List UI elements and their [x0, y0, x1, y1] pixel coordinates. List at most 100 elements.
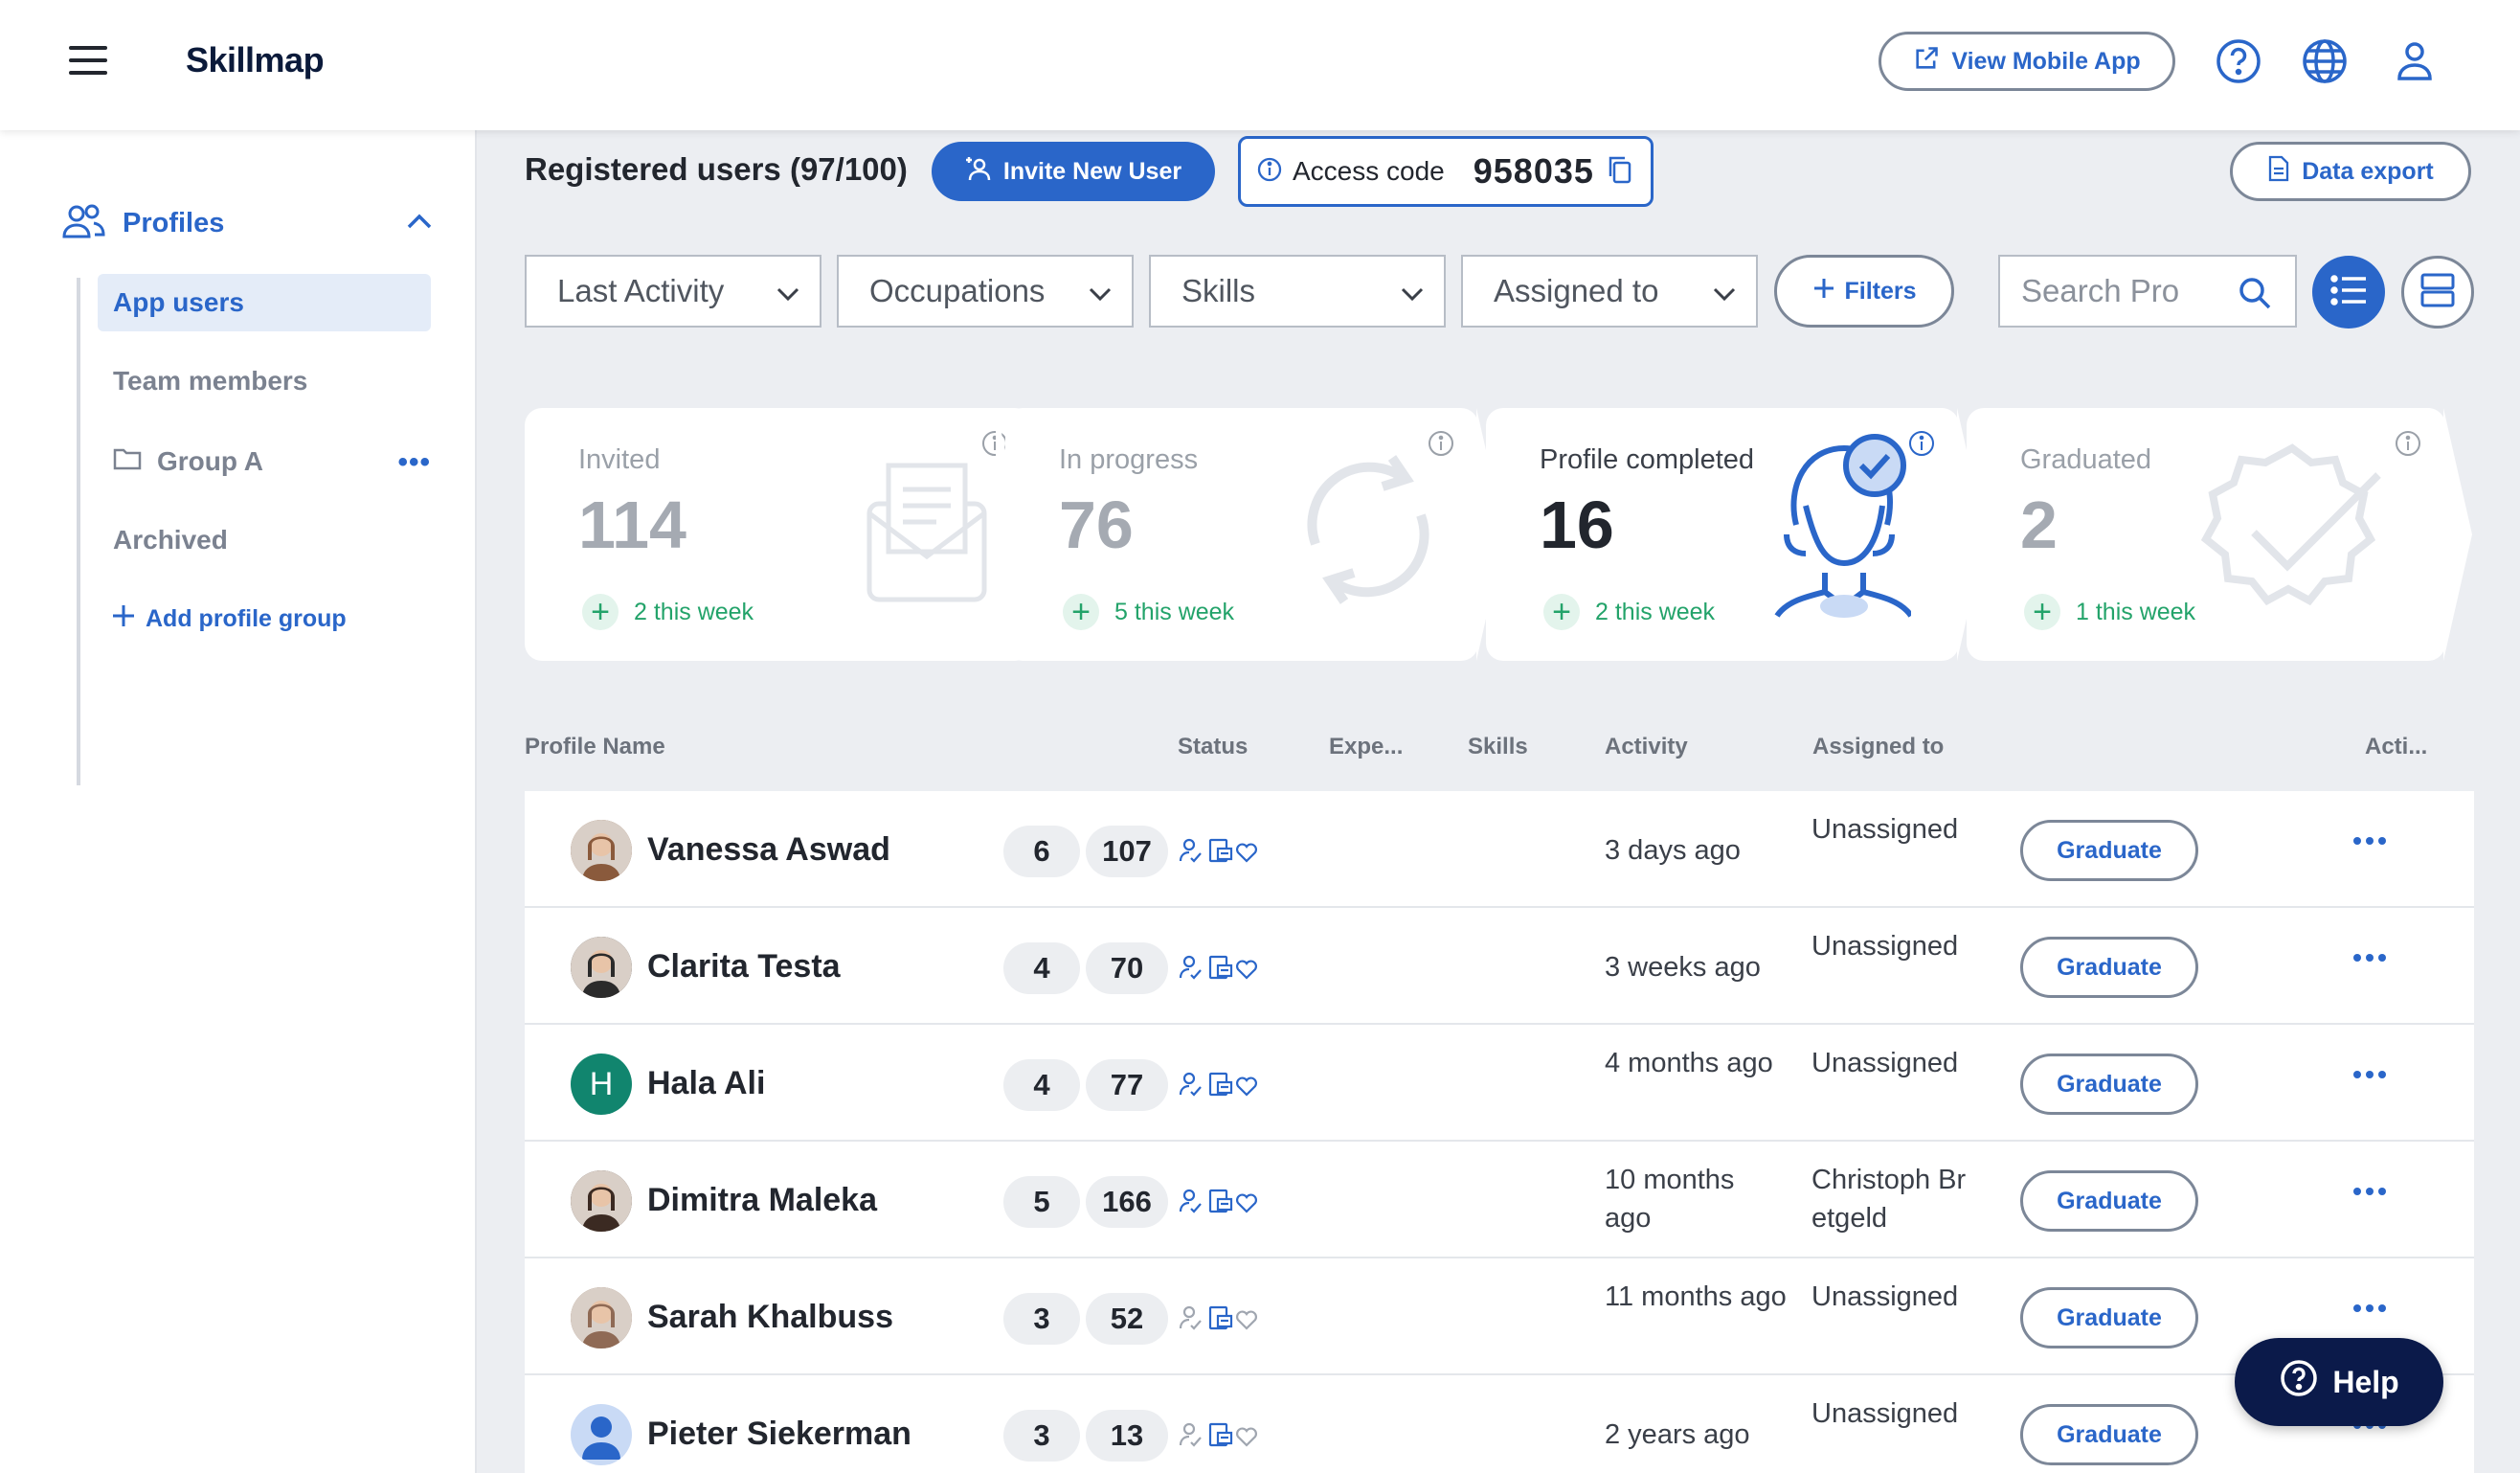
- assigned-to: Unassigned: [1811, 814, 1959, 845]
- profile-name[interactable]: Pieter Siekerman: [647, 1416, 911, 1453]
- view-mobile-app-button[interactable]: View Mobile App: [1879, 32, 2175, 91]
- experience-count: 5: [1003, 1176, 1080, 1228]
- more-actions-icon[interactable]: [2353, 1071, 2386, 1078]
- avatar: [571, 820, 632, 881]
- profile-name[interactable]: Dimitra Maleka: [647, 1182, 877, 1219]
- more-actions-icon[interactable]: [2353, 954, 2386, 962]
- table-row[interactable]: Dimitra Maleka 5 166 10 months ago Christoph…: [525, 1142, 2474, 1258]
- user-icon[interactable]: [2390, 36, 2440, 86]
- list-view-toggle[interactable]: [2312, 256, 2385, 329]
- folder-icon: [113, 446, 142, 478]
- assigned-to: Christoph Bretgeld: [1811, 1165, 1967, 1234]
- sidebar-item-app-users[interactable]: App users: [98, 274, 431, 331]
- column-header-activity[interactable]: Activity: [1605, 734, 1688, 760]
- sidebar-item-label: Group A: [157, 446, 263, 476]
- status-icons: [1178, 1303, 1270, 1335]
- search-icon[interactable]: [2236, 274, 2274, 320]
- table-row[interactable]: Sarah Khalbuss 3 52 11 months ago Unassigned…: [525, 1258, 2474, 1375]
- plus-icon: +: [2024, 594, 2060, 630]
- data-export-button[interactable]: Data export: [2230, 142, 2471, 201]
- last-activity-dropdown[interactable]: Last Activity: [525, 255, 821, 328]
- help-button[interactable]: Help: [2235, 1338, 2443, 1426]
- info-icon: [1256, 156, 1283, 188]
- sidebar-item-label: Archived: [113, 525, 228, 555]
- graduate-button[interactable]: Graduate: [2020, 1404, 2198, 1465]
- column-header-profile-name[interactable]: Profile Name: [525, 734, 665, 760]
- column-header-actions[interactable]: Acti...: [2365, 734, 2427, 760]
- occupations-dropdown[interactable]: Occupations: [837, 255, 1134, 328]
- column-header-experience[interactable]: Expe...: [1329, 734, 1403, 760]
- more-actions-icon[interactable]: [2353, 1304, 2386, 1312]
- skills-count: 107: [1086, 826, 1168, 877]
- stat-card-arrow: [2443, 408, 2472, 661]
- access-code-value: 958035: [1473, 151, 1594, 191]
- assigned-to-dropdown[interactable]: Assigned to: [1461, 255, 1758, 328]
- menu-icon[interactable]: [69, 46, 107, 77]
- sidebar-item-team-members[interactable]: Team members: [98, 352, 431, 410]
- graduate-button[interactable]: Graduate: [2020, 937, 2198, 998]
- copy-icon[interactable]: [1606, 154, 1634, 190]
- more-icon[interactable]: •••: [397, 446, 431, 479]
- info-icon[interactable]: [1907, 429, 1936, 463]
- avatar: H: [571, 1054, 632, 1115]
- sidebar-profiles-label: Profiles: [123, 207, 225, 238]
- experience-count: 3: [1003, 1410, 1080, 1462]
- add-profile-group-link[interactable]: Add profile group: [111, 603, 347, 635]
- assigned-to: Unassigned: [1811, 931, 1959, 962]
- card-view-toggle[interactable]: [2401, 256, 2474, 329]
- graduate-button[interactable]: Graduate: [2020, 1170, 2198, 1232]
- sidebar-item-group-a[interactable]: Group A •••: [98, 433, 431, 490]
- avatar: [571, 1404, 632, 1465]
- table-row[interactable]: H Hala Ali 4 77 4 months ago Unassigned Gradua…: [525, 1025, 2474, 1142]
- sidebar-item-archived[interactable]: Archived: [98, 511, 431, 569]
- skills-count: 52: [1086, 1293, 1168, 1345]
- help-circle-icon[interactable]: [2214, 36, 2263, 86]
- chevron-down-icon: [1398, 280, 1427, 316]
- info-icon[interactable]: [2394, 429, 2422, 463]
- document-icon: [2267, 155, 2290, 189]
- invite-new-user-button[interactable]: Invite New User: [932, 142, 1215, 201]
- refresh-illustration-icon: [1287, 429, 1450, 635]
- sidebar-item-label: Team members: [113, 366, 308, 396]
- stat-card-profile-completed[interactable]: Profile completed 16 +2 this week: [1486, 408, 1959, 661]
- last-activity: 3 weeks ago: [1605, 952, 1761, 983]
- sidebar-profiles-header[interactable]: Profiles: [61, 199, 435, 247]
- page-title: Registered users (97/100): [525, 151, 908, 187]
- column-header-assigned-to[interactable]: Assigned to: [1812, 734, 1944, 760]
- skills-count: 77: [1086, 1059, 1168, 1111]
- stat-card-invited[interactable]: Invited 114 +2 this week: [525, 408, 1032, 661]
- app-logo: Skillmap: [186, 40, 325, 79]
- table-row[interactable]: Pieter Siekerman 3 13 2 years ago Unassigned…: [525, 1375, 2474, 1473]
- more-actions-icon[interactable]: [2353, 837, 2386, 845]
- chevron-up-icon[interactable]: [404, 207, 435, 242]
- info-icon[interactable]: [1427, 429, 1455, 463]
- column-header-status[interactable]: Status: [1178, 734, 1248, 760]
- table-row[interactable]: Vanessa Aswad 6 107 3 days ago Unassigned Gra…: [525, 791, 2474, 908]
- more-actions-icon[interactable]: [2353, 1188, 2386, 1195]
- table-row[interactable]: Clarita Testa 4 70 3 weeks ago Unassigned Gra…: [525, 908, 2474, 1025]
- profile-name[interactable]: Hala Ali: [647, 1065, 765, 1102]
- sidebar: Profiles App users Team members Group A …: [0, 130, 477, 1473]
- profile-name[interactable]: Sarah Khalbuss: [647, 1299, 893, 1336]
- status-icons: [1178, 1069, 1270, 1101]
- graduate-button[interactable]: Graduate: [2020, 1287, 2198, 1348]
- status-icons: [1178, 952, 1270, 985]
- skills-dropdown[interactable]: Skills: [1149, 255, 1446, 328]
- status-icons: [1178, 835, 1270, 868]
- experience-count: 4: [1003, 1059, 1080, 1111]
- profile-name[interactable]: Clarita Testa: [647, 948, 841, 986]
- column-header-skills[interactable]: Skills: [1468, 734, 1528, 760]
- plus-icon: +: [1063, 594, 1099, 630]
- graduate-button[interactable]: Graduate: [2020, 1054, 2198, 1115]
- skills-count: 13: [1086, 1410, 1168, 1462]
- filters-button[interactable]: Filters: [1774, 255, 1954, 328]
- search-input[interactable]: Search Pro: [1998, 255, 2297, 328]
- chevron-down-icon: [1710, 280, 1739, 316]
- avatar: [571, 1287, 632, 1348]
- stat-card-graduated[interactable]: Graduated 2 +1 this week: [1967, 408, 2445, 661]
- profile-name[interactable]: Vanessa Aswad: [647, 831, 890, 869]
- graduate-button[interactable]: Graduate: [2020, 820, 2198, 881]
- assigned-to: Unassigned: [1811, 1398, 1959, 1429]
- globe-icon[interactable]: [2300, 36, 2350, 86]
- stat-card-in-progress[interactable]: In progress 76 +5 this week: [1005, 408, 1478, 661]
